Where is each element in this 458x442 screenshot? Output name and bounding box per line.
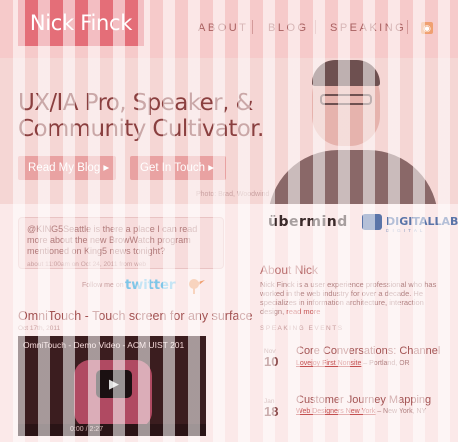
site-logo[interactable]: Nick Finck bbox=[18, 0, 144, 46]
event-venue-link[interactable]: Web Designers New York bbox=[296, 408, 375, 415]
photo-shirt bbox=[268, 150, 438, 204]
twitter-logo[interactable]: twitter bbox=[125, 278, 175, 293]
event-city: – Portland, OR bbox=[361, 360, 410, 367]
ubermind-logo[interactable]: übermind bbox=[268, 214, 348, 230]
nav-speaking[interactable]: SPEAKING bbox=[330, 22, 406, 34]
nav-divider bbox=[252, 20, 253, 34]
twitter-bird-icon[interactable] bbox=[186, 276, 206, 294]
nav-blog[interactable]: BLOG bbox=[268, 22, 309, 34]
nav-about[interactable]: ABOUT bbox=[198, 22, 248, 34]
follow-label: Follow me on bbox=[82, 282, 124, 289]
post-title[interactable]: OmniTouch - Touch screen for any surface bbox=[18, 309, 268, 323]
nav-divider bbox=[407, 20, 408, 34]
event-location: Web Designers New York – New York, NY bbox=[296, 408, 426, 415]
about-heading: About Nick bbox=[260, 263, 319, 277]
video-player[interactable]: OmniTouch - Demo Video - ACM UIST 201 ▶ … bbox=[18, 336, 206, 436]
play-icon[interactable]: ▶ bbox=[96, 370, 132, 398]
nav-divider bbox=[315, 20, 316, 34]
photo-credit: Photo: Brad, Woodwind bbox=[196, 191, 270, 198]
about-text: Nick Finck is a user experience professi… bbox=[260, 280, 442, 316]
photo-glasses bbox=[320, 94, 372, 105]
hero-headline: UX/IA Pro, Speaker, & Community Cultivat… bbox=[18, 90, 288, 142]
digitallab-icon[interactable] bbox=[362, 214, 382, 230]
read-my-blog-button[interactable]: Read My Blog ▸ bbox=[18, 156, 116, 180]
event-venue-link[interactable]: Lovejoy First Nonsite bbox=[296, 360, 361, 367]
digitallab-tagline: D I G I T A L bbox=[386, 228, 424, 233]
rss-icon[interactable]: ◉ bbox=[421, 22, 433, 34]
headline-line-1: UX/IA Pro, Speaker, & bbox=[18, 90, 253, 116]
video-time: 0:00 / 2:27 bbox=[70, 426, 104, 433]
event-city: – New York, NY bbox=[375, 408, 427, 415]
speaking-events-heading: SPEAKING EVENTS bbox=[260, 325, 344, 332]
event-date: Nov 10 bbox=[264, 348, 286, 369]
digitallab-logo[interactable]: DIGITALLAB bbox=[386, 215, 458, 228]
get-in-touch-button[interactable]: Get In Touch ▸ bbox=[130, 156, 226, 180]
post-date: Oct 17th, 2011 bbox=[18, 325, 61, 332]
read-more-link[interactable]: read more bbox=[286, 307, 320, 316]
event-date: Jan 18 bbox=[264, 398, 286, 419]
event-title[interactable]: Core Conversations: Channel bbox=[296, 345, 440, 357]
event-location: Lovejoy First Nonsite – Portland, OR bbox=[296, 360, 410, 367]
video-controls[interactable] bbox=[18, 424, 206, 436]
photo-hair bbox=[312, 60, 380, 86]
event-day: 10 bbox=[264, 354, 279, 369]
tweet-text: @KING5Seattle is there a place I can rea… bbox=[27, 224, 198, 256]
tweet-meta: about 11:00am on Oct 24, 2011 from web bbox=[27, 261, 146, 268]
author-photo bbox=[268, 58, 438, 204]
latest-tweet: @KING5Seattle is there a place I can rea… bbox=[18, 217, 224, 269]
event-title[interactable]: Customer Journey Mapping bbox=[296, 394, 431, 406]
headline-line-2: Community Cultivator. bbox=[18, 116, 264, 142]
video-title[interactable]: OmniTouch - Demo Video - ACM UIST 201 bbox=[23, 340, 184, 350]
event-day: 18 bbox=[264, 404, 279, 419]
